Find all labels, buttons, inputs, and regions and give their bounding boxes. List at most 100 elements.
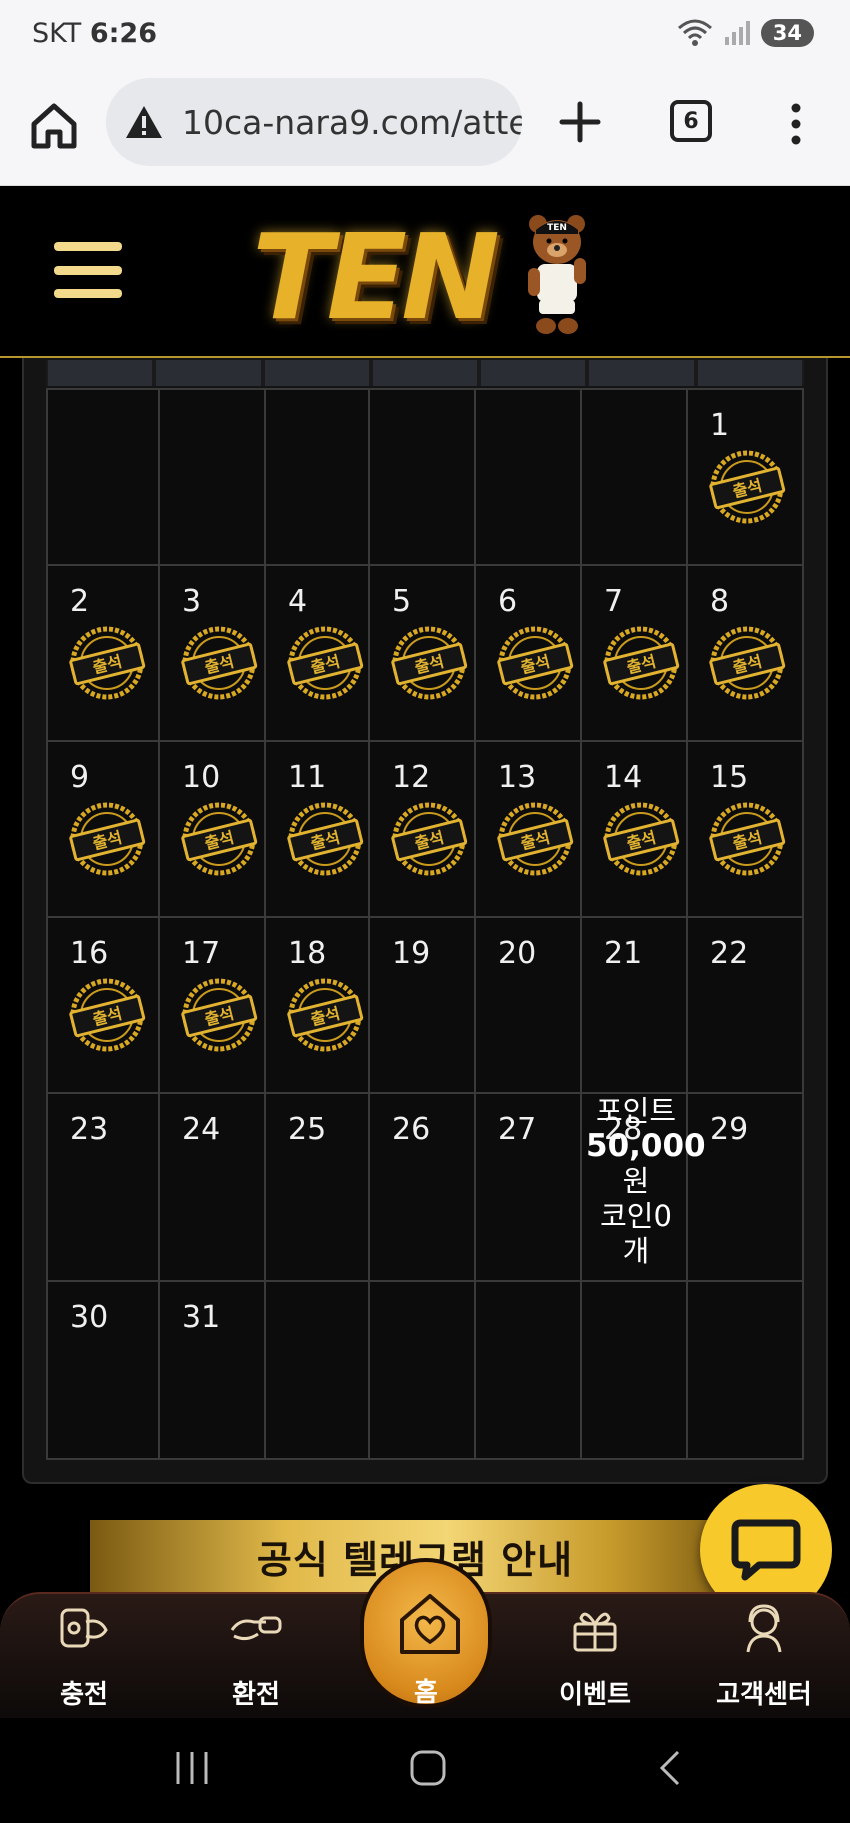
calendar-header-row <box>46 360 804 386</box>
calendar-empty-cell <box>686 1280 804 1460</box>
browser-home-icon[interactable] <box>28 100 80 152</box>
site-header: TEN TEN <box>0 186 850 358</box>
day-number: 23 <box>70 1112 109 1147</box>
day-number: 16 <box>70 936 109 971</box>
attendance-stamp-icon: 출석 <box>287 978 364 1052</box>
site-logo[interactable]: TEN TEN <box>252 208 592 346</box>
calendar-day-cell: 12 출석 <box>368 740 476 918</box>
url-text[interactable]: 10ca-nara9.com/atte <box>182 103 522 142</box>
calendar-day-cell: 16 출석 <box>46 916 160 1094</box>
calendar-day-cell: 18 출석 <box>264 916 370 1094</box>
day-number: 21 <box>604 936 643 971</box>
nav-event[interactable]: 이벤트 <box>535 1600 655 1710</box>
attendance-stamp-icon: 출석 <box>287 626 364 700</box>
battery-indicator: 34 <box>760 19 814 47</box>
attendance-stamp-icon: 출석 <box>391 626 468 700</box>
reward-points-unit: 원 <box>622 1164 650 1198</box>
address-bar[interactable]: 10ca-nara9.com/atte <box>106 78 522 166</box>
day-number: 22 <box>710 936 749 971</box>
nav-exchange[interactable]: 환전 <box>196 1600 316 1710</box>
status-right: 34 <box>677 18 814 48</box>
day-number: 4 <box>288 584 308 619</box>
reward-points-amount: 50,000 <box>586 1128 706 1164</box>
back-icon[interactable] <box>650 1748 690 1788</box>
calendar-day-cell: 30 <box>46 1280 160 1460</box>
warning-icon[interactable] <box>124 102 164 142</box>
attendance-stamp-icon: 출석 <box>391 802 468 876</box>
day-number: 25 <box>288 1112 327 1147</box>
hamburger-menu-icon[interactable] <box>54 242 122 298</box>
exchange-icon <box>230 1616 282 1641</box>
attendance-stamp-icon: 출석 <box>709 626 786 700</box>
day-number: 19 <box>392 936 431 971</box>
clock: 6:26 <box>89 18 158 49</box>
calendar-empty-cell <box>580 388 688 566</box>
gift-icon <box>573 1612 617 1652</box>
day-number: 11 <box>288 760 327 795</box>
attendance-stamp-icon: 출석 <box>181 626 258 700</box>
attendance-stamp-icon: 출석 <box>497 626 574 700</box>
status-bar: SKT 6:26 34 <box>0 0 850 72</box>
bear-mascot-icon: TEN <box>528 215 586 334</box>
logo-text: TEN <box>252 208 500 346</box>
overflow-menu-icon[interactable] <box>784 100 808 148</box>
status-left: SKT 6:26 <box>32 18 157 49</box>
day-number: 26 <box>392 1112 431 1147</box>
attendance-stamp-icon: 출석 <box>181 978 258 1052</box>
nav-charge[interactable]: 충전 <box>24 1600 144 1710</box>
day-number: 13 <box>498 760 537 795</box>
day-number: 10 <box>182 760 221 795</box>
reward-summary: 포인트 50,000 원 코인0 개 <box>586 1094 706 1269</box>
calendar-day-cell: 2 출석 <box>46 564 160 742</box>
calendar-day-cell: 8 출석 <box>686 564 804 742</box>
calendar-empty-cell <box>368 1280 476 1460</box>
attendance-stamp-icon: 출석 <box>603 626 680 700</box>
reward-coin-unit: 개 <box>622 1234 650 1268</box>
calendar-day-cell: 22 <box>686 916 804 1094</box>
calendar-day-cell: 4 출석 <box>264 564 370 742</box>
attendance-stamp-icon: 출석 <box>603 802 680 876</box>
nav-support-label: 고객센터 <box>716 1680 812 1710</box>
signal-icon <box>724 21 750 45</box>
day-number: 24 <box>182 1112 221 1147</box>
day-number: 27 <box>498 1112 537 1147</box>
carrier-label: SKT <box>32 18 82 49</box>
nav-home[interactable]: 홈 <box>360 1558 492 1708</box>
attendance-stamp-icon: 출석 <box>69 802 146 876</box>
calendar-day-cell: 5 출석 <box>368 564 476 742</box>
android-home-icon[interactable] <box>408 1748 448 1788</box>
calendar-day-cell: 25 <box>264 1092 370 1282</box>
tab-switcher-button[interactable]: 6 <box>670 100 712 142</box>
calendar-day-cell: 17 출석 <box>158 916 266 1094</box>
nav-event-label: 이벤트 <box>559 1680 631 1710</box>
charge-icon <box>60 1608 108 1648</box>
calendar-empty-cell <box>368 388 476 566</box>
attendance-stamp-icon: 출석 <box>709 802 786 876</box>
day-number: 6 <box>498 584 518 619</box>
new-tab-icon[interactable] <box>556 98 604 146</box>
support-agent-icon <box>746 1604 782 1653</box>
nav-support[interactable]: 고객센터 <box>704 1600 824 1710</box>
calendar-empty-cell <box>580 1280 688 1460</box>
calendar-day-cell: 24 <box>158 1092 266 1282</box>
day-number: 3 <box>182 584 202 619</box>
day-number: 12 <box>392 760 431 795</box>
day-number: 7 <box>604 584 624 619</box>
calendar-day-cell: 20 <box>474 916 582 1094</box>
browser-toolbar: 10ca-nara9.com/atte 6 <box>0 72 850 186</box>
day-number: 17 <box>182 936 221 971</box>
recent-apps-icon[interactable] <box>172 1748 212 1788</box>
reward-coin-label: 코인0 <box>600 1199 672 1233</box>
calendar-day-cell: 6 출석 <box>474 564 582 742</box>
day-number: 14 <box>604 760 643 795</box>
calendar-empty-cell <box>474 388 582 566</box>
attendance-stamp-icon: 출석 <box>69 978 146 1052</box>
calendar-day-cell: 7 출석 <box>580 564 688 742</box>
day-number: 31 <box>182 1300 221 1335</box>
calendar-day-cell: 11 출석 <box>264 740 370 918</box>
attendance-stamp-icon: 출석 <box>287 802 364 876</box>
calendar-day-cell: 9 출석 <box>46 740 160 918</box>
bear-cap-text: TEN <box>547 223 567 233</box>
calendar-day-cell: 13 출석 <box>474 740 582 918</box>
day-number: 15 <box>710 760 749 795</box>
